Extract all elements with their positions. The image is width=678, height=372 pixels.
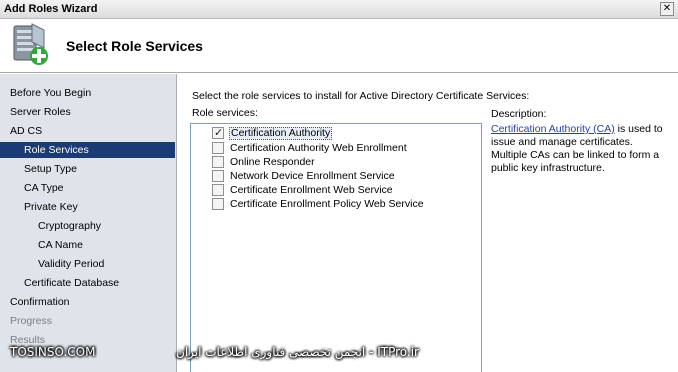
wizard-steps-nav: Before You Begin Server Roles AD CS Role… [0, 74, 177, 372]
description-body: Certification Authority (CA) is used to … [491, 123, 671, 175]
checkbox[interactable] [212, 142, 224, 154]
role-item-label: Certificate Enrollment Policy Web Servic… [230, 198, 424, 210]
nav-item-validity-period[interactable]: Validity Period [38, 256, 104, 272]
server-add-icon [13, 23, 48, 65]
nav-item-certificate-database[interactable]: Certificate Database [24, 275, 119, 291]
main-content: Select the role services to install for … [178, 74, 678, 372]
role-item-label: Online Responder [230, 156, 315, 168]
nav-item-setup-type[interactable]: Setup Type [24, 161, 77, 177]
nav-item-ca-name[interactable]: CA Name [38, 237, 83, 253]
nav-item-progress: Progress [10, 315, 53, 327]
checkbox[interactable] [212, 184, 224, 196]
checkbox-checked[interactable] [212, 126, 224, 139]
watermark-right: انجمن تخصصی فناوری اطلاعات ایران - ITPro… [176, 345, 419, 359]
checkbox[interactable] [212, 156, 224, 168]
role-item-label: Certification Authority [229, 127, 333, 140]
wizard-header: Select Role Services [0, 20, 678, 73]
watermark-left: TOSINSO.COM [10, 345, 96, 359]
role-item-label: Certificate Enrollment Web Service [230, 184, 393, 196]
nav-item-confirmation[interactable]: Confirmation [10, 294, 70, 310]
close-icon[interactable]: ✕ [660, 2, 674, 16]
instruction-text: Select the role services to install for … [192, 90, 530, 102]
nav-item-private-key[interactable]: Private Key [24, 199, 78, 215]
nav-item-ca-type[interactable]: CA Type [24, 180, 64, 196]
page-title: Select Role Services [66, 38, 203, 54]
nav-item-role-services[interactable]: Role Services [0, 142, 175, 158]
window-title: Add Roles Wizard [4, 3, 98, 15]
description-label: Description: [491, 108, 547, 120]
description-link[interactable]: Certification Authority (CA) [491, 123, 615, 135]
nav-item-ad-cs[interactable]: AD CS [10, 123, 42, 139]
role-services-label: Role services: [192, 107, 258, 119]
role-item-label: Network Device Enrollment Service [230, 170, 395, 182]
role-services-list[interactable]: Certification Authority Certification Au… [190, 123, 482, 372]
nav-item-cryptography[interactable]: Cryptography [38, 218, 101, 234]
title-bar: Add Roles Wizard ✕ [0, 0, 678, 19]
role-item-label: Certification Authority Web Enrollment [230, 142, 407, 154]
checkbox[interactable] [212, 198, 224, 210]
checkbox[interactable] [212, 170, 224, 182]
nav-item-before-you-begin[interactable]: Before You Begin [10, 85, 91, 101]
nav-item-server-roles[interactable]: Server Roles [10, 104, 71, 120]
